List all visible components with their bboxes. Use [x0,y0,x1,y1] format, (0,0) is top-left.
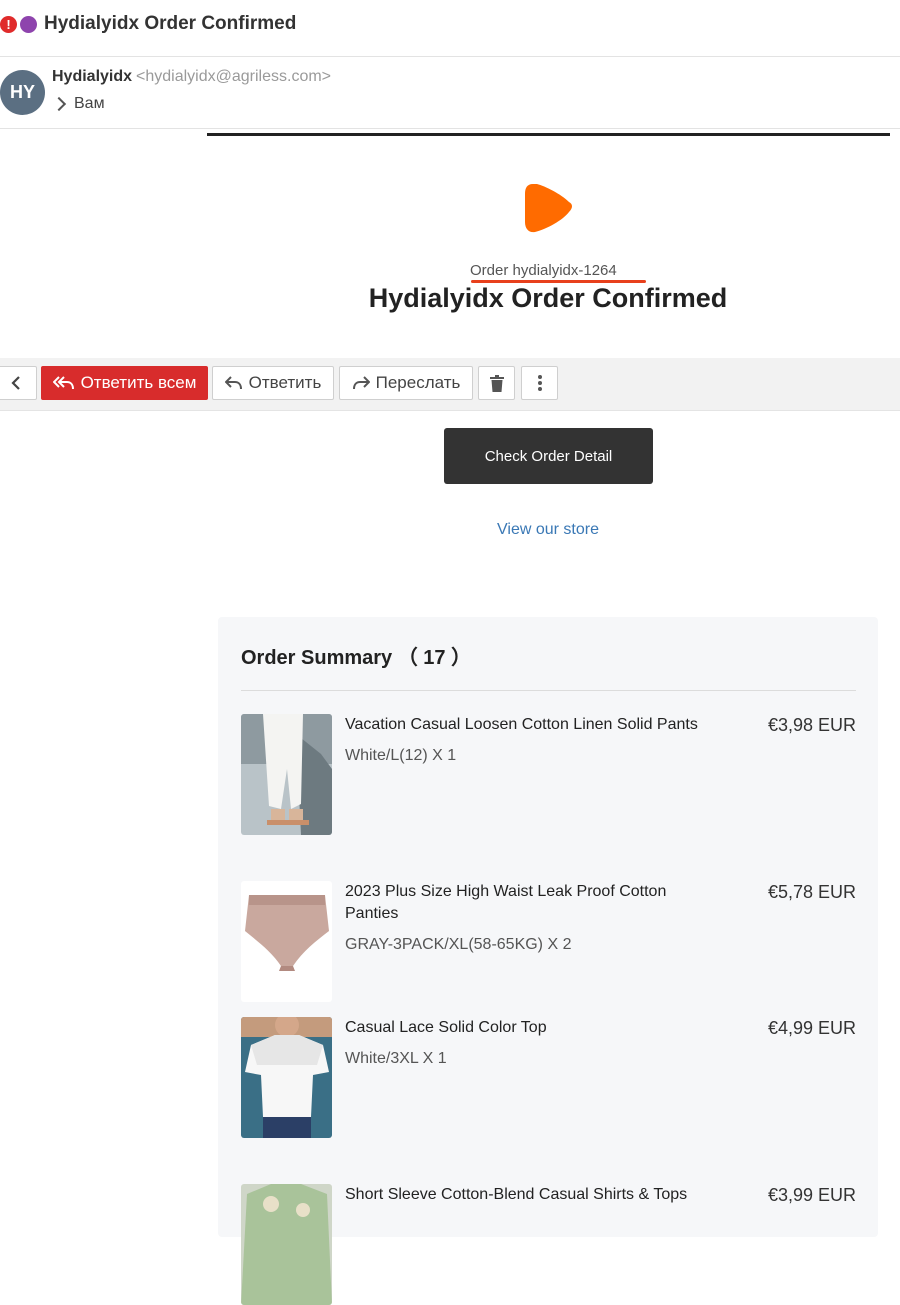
item-variant: White/3XL X 1 [345,1050,447,1067]
check-order-detail-button[interactable]: Check Order Detail [444,428,653,484]
product-image-pants[interactable] [241,714,332,835]
email-subject: Hydialyidx Order Confirmed [44,13,297,34]
reply-button[interactable]: Ответить [212,366,334,400]
reply-all-label: Ответить всем [80,373,197,392]
divider [241,690,856,691]
reply-label: Ответить [248,373,322,392]
divider [0,128,900,129]
recipients-toggle[interactable]: Вам [51,95,105,113]
priority-icon: ! [0,15,17,33]
item-name: Casual Lace Solid Color Top [345,1019,547,1036]
back-button[interactable] [0,366,37,400]
item-price: €5,78 EUR [767,882,856,902]
product-image-panties[interactable] [241,881,332,1002]
message-toolbar: Ответить всем Ответить Переслать [0,358,900,411]
reply-all-icon [52,376,74,390]
category-dot-icon [20,15,37,33]
order-summary-title: Order Summary （ 17 ） [241,647,472,669]
email-top-rule [207,133,890,136]
forward-button[interactable]: Переслать [339,366,473,400]
email-subject-bar: ! Hydialyidx Order Confirmed [0,8,296,40]
reply-all-button[interactable]: Ответить всем [41,366,208,400]
item-variant: White/L(12) X 1 [345,747,457,764]
more-options-button[interactable] [521,366,558,400]
item-price: €3,99 EUR [767,1185,856,1205]
sender-name[interactable]: Hydialyidx [52,68,132,85]
trash-icon [489,374,504,392]
item-price: €3,98 EUR [767,715,856,735]
brand-logo-icon [525,184,572,233]
order-summary: Order Summary （ 17 ） Vacation Casual Loo… [218,617,878,1305]
sender-email[interactable]: <hydialyidx@agriless.com> [136,68,331,85]
forward-label: Переслать [375,373,461,392]
order-title: Hydialyidx Order Confirmed [368,283,728,313]
item-name: 2023 Plus Size High Waist Leak Proof Cot… [345,883,667,922]
order-number: Order hydialyidx-1264 [470,262,617,279]
sender-line: Hydialyidx <hydialyidx@agriless.com> [52,68,331,86]
product-image-top[interactable] [241,1017,332,1138]
chevron-right-icon [51,96,67,112]
chevron-left-icon [10,376,20,390]
item-name: Short Sleeve Cotton-Blend Casual Shirts … [345,1186,688,1203]
product-image-shirt[interactable] [241,1184,332,1305]
item-price: €4,99 EUR [767,1018,856,1038]
vertical-ellipsis-icon [537,375,542,391]
forward-icon [352,376,370,390]
item-name: Vacation Casual Loosen Cotton Linen Soli… [345,716,698,733]
item-variant: GRAY-3PACK/XL(58-65KG) X 2 [345,936,572,953]
view-store-link[interactable]: View our store [0,521,900,539]
recipient-label: Вам [74,95,105,112]
divider [0,56,900,57]
delete-button[interactable] [478,366,515,400]
sender-avatar: HY [0,70,45,115]
reply-icon [224,376,242,390]
